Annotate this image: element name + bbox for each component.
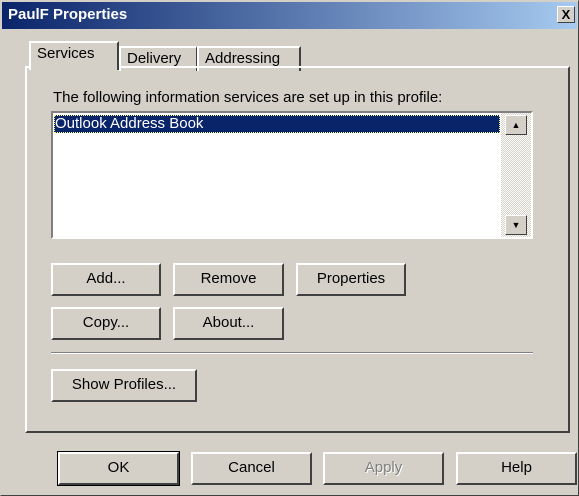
separator — [51, 352, 533, 354]
close-icon: X — [561, 7, 571, 22]
show-profiles-button[interactable]: Show Profiles... — [51, 369, 197, 402]
properties-button[interactable]: Properties — [296, 263, 406, 296]
list-item[interactable]: Outlook Address Book — [54, 115, 500, 133]
remove-button[interactable]: Remove — [173, 263, 284, 296]
tab-delivery-label: Delivery — [127, 50, 182, 67]
scroll-down-arrow-icon: ▼ — [511, 220, 521, 230]
tab-services-label: Services — [37, 45, 95, 62]
add-button[interactable]: Add... — [51, 263, 161, 296]
window-title: PaulF Properties — [8, 6, 128, 23]
title-bar[interactable]: PaulF Properties X — [2, 2, 577, 29]
services-description: The following information services are s… — [53, 89, 443, 106]
apply-button[interactable]: Apply — [323, 452, 444, 485]
scroll-down-button[interactable]: ▼ — [505, 215, 527, 235]
about-button[interactable]: About... — [173, 307, 284, 340]
properties-dialog: PaulF Properties X Services Delivery Add… — [0, 0, 579, 496]
ok-button[interactable]: OK — [57, 451, 180, 486]
vertical-scrollbar[interactable]: ▲ ▼ — [501, 113, 531, 237]
cancel-button[interactable]: Cancel — [191, 452, 312, 485]
close-button[interactable]: X — [557, 6, 575, 23]
services-listbox[interactable]: Outlook Address Book ▲ ▼ — [51, 111, 533, 239]
help-button[interactable]: Help — [456, 452, 577, 485]
scroll-up-button[interactable]: ▲ — [505, 115, 527, 135]
scroll-up-arrow-icon: ▲ — [511, 120, 521, 130]
tab-services[interactable]: Services — [29, 41, 119, 70]
tab-addressing-label: Addressing — [205, 50, 281, 67]
copy-button[interactable]: Copy... — [51, 307, 161, 340]
